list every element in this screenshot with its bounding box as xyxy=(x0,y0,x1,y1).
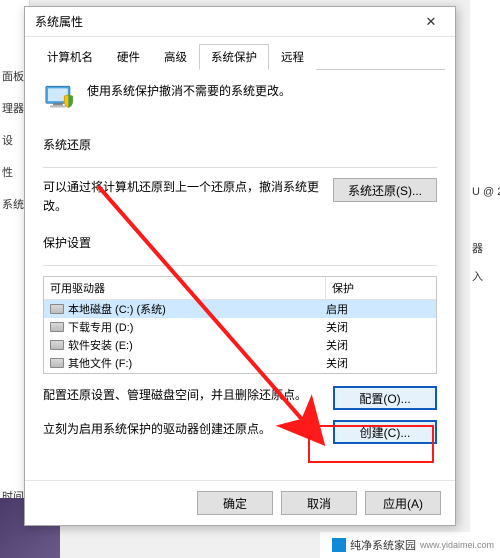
disk-icon xyxy=(50,358,64,368)
disk-icon xyxy=(50,340,64,350)
apply-button[interactable]: 应用(A) xyxy=(365,491,441,515)
ok-button[interactable]: 确定 xyxy=(197,491,273,515)
table-header: 可用驱动器 保护 xyxy=(44,277,436,300)
tab-advanced[interactable]: 高级 xyxy=(152,44,199,70)
create-restore-point-button[interactable]: 创建(C)... xyxy=(333,420,437,444)
watermark-logo-icon xyxy=(332,538,346,552)
disk-icon xyxy=(50,322,64,332)
restore-desc: 可以通过将计算机还原到上一个还原点，撤消系统更改。 xyxy=(43,178,319,216)
drive-table[interactable]: 可用驱动器 保护 本地磁盘 (C:) (系统) 启用 下载专用 (D:) 关闭 … xyxy=(43,276,437,374)
table-row[interactable]: 下载专用 (D:) 关闭 xyxy=(44,318,436,336)
table-row[interactable]: 其他文件 (F:) 关闭 xyxy=(44,354,436,372)
watermark-brand: 纯净系统家园 xyxy=(350,537,416,553)
divider xyxy=(43,167,437,168)
shield-monitor-icon xyxy=(43,82,77,116)
create-desc: 立刻为启用系统保护的驱动器创建还原点。 xyxy=(43,420,319,439)
table-row[interactable]: 本地磁盘 (C:) (系统) 启用 xyxy=(44,300,436,318)
col-drive: 可用驱动器 xyxy=(44,277,326,299)
tab-computer-name[interactable]: 计算机名 xyxy=(35,44,105,70)
system-properties-dialog: 系统属性 ✕ 计算机名 硬件 高级 系统保护 远程 使用系统保护撤消不需要的系统… xyxy=(24,6,456,526)
disk-icon xyxy=(50,304,64,314)
dialog-title: 系统属性 xyxy=(35,13,413,30)
tab-remote[interactable]: 远程 xyxy=(269,44,316,70)
system-restore-button[interactable]: 系统还原(S)... xyxy=(333,178,437,202)
close-icon: ✕ xyxy=(426,14,437,30)
watermark-url: www.yidaimei.com xyxy=(420,540,494,550)
restore-heading: 系统还原 xyxy=(43,136,437,153)
tabs: 计算机名 硬件 高级 系统保护 远程 xyxy=(35,43,445,70)
cancel-button[interactable]: 取消 xyxy=(281,491,357,515)
close-button[interactable]: ✕ xyxy=(413,11,449,33)
background-right-panel: U @ 2.60G 器 入 xyxy=(470,0,500,558)
titlebar: 系统属性 ✕ xyxy=(25,7,455,37)
divider xyxy=(43,265,437,266)
tab-hardware[interactable]: 硬件 xyxy=(105,44,152,70)
dialog-footer: 确定 取消 应用(A) xyxy=(25,480,455,525)
watermark: 纯净系统家园 www.yidaimei.com xyxy=(320,532,500,558)
configure-button[interactable]: 配置(O)... xyxy=(333,386,437,410)
table-row[interactable]: 软件安装 (E:) 关闭 xyxy=(44,336,436,354)
protect-heading: 保护设置 xyxy=(43,234,437,251)
tab-system-protection[interactable]: 系统保护 xyxy=(199,44,269,70)
col-protection: 保护 xyxy=(326,277,436,299)
config-desc: 配置还原设置、管理磁盘空间，并且删除还原点。 xyxy=(43,386,319,405)
intro-text: 使用系统保护撤消不需要的系统更改。 xyxy=(87,82,291,101)
